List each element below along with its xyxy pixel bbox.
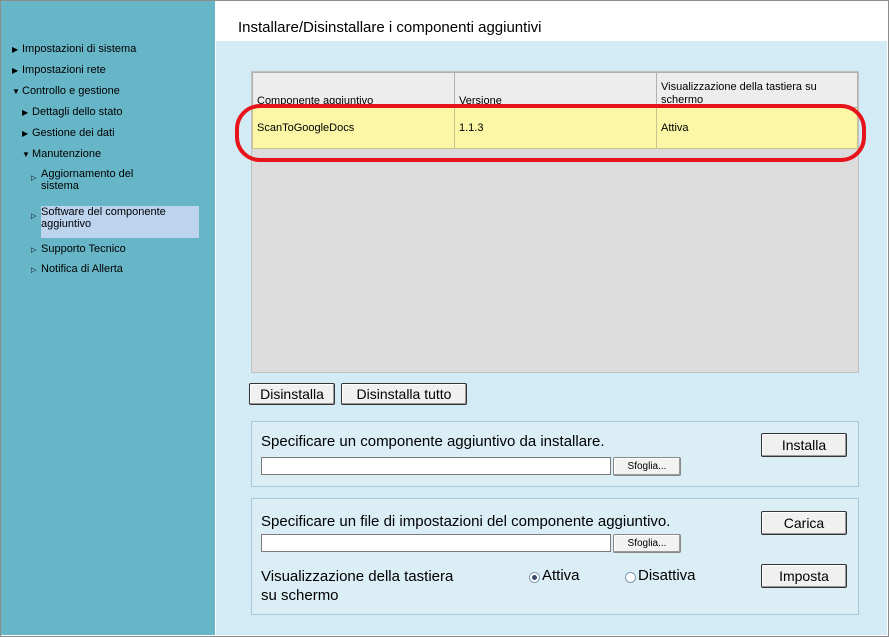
sidebar-item-notifica-allerta[interactable]: ▷ Notifica di Allerta: [31, 263, 123, 277]
install-label: Specificare un componente aggiuntivo da …: [261, 433, 605, 450]
sidebar-item-label: Supporto Tecnico: [41, 243, 126, 255]
sidebar-item-label: aggiuntivo: [41, 218, 92, 230]
sidebar-item-supporto-tecnico[interactable]: ▷ Supporto Tecnico: [31, 243, 126, 257]
radio-disattiva-label[interactable]: Disattiva: [638, 567, 696, 584]
radio-disattiva[interactable]: [625, 572, 636, 583]
caret-down-icon: ▼: [22, 150, 30, 159]
caret-right-outline-icon: ▷: [31, 267, 37, 274]
sidebar-item-software-componente[interactable]: ▷ Software del componente aggiuntivo: [31, 206, 199, 238]
column-header-componente: Componente aggiuntivo: [252, 72, 455, 108]
sidebar-item-label: Software del componente: [41, 206, 166, 218]
caret-right-outline-icon: ▷: [31, 175, 37, 182]
keyboard-label-line2: su schermo: [261, 587, 339, 604]
sidebar-item-label: Controllo e gestione: [22, 85, 120, 97]
sidebar-item-label: Impostazioni rete: [22, 64, 106, 76]
caret-down-icon: ▼: [12, 87, 20, 96]
load-button[interactable]: Carica: [761, 511, 847, 535]
browse-button[interactable]: Sfoglia...: [613, 534, 681, 553]
table-header-row: Componente aggiuntivo Versione Visualizz…: [252, 72, 858, 108]
sidebar-item-label: sistema: [41, 180, 79, 192]
addon-file-input[interactable]: [261, 457, 611, 475]
column-header-tastiera: Visualizzazione della tastiera su scherm…: [656, 72, 858, 108]
caret-right-icon: ▶: [12, 45, 19, 54]
radio-attiva[interactable]: [529, 572, 540, 583]
sidebar-item-controllo-gestione[interactable]: ▼ Controllo e gestione: [12, 85, 120, 98]
settings-label: Specificare un file di impostazioni del …: [261, 513, 671, 530]
set-button[interactable]: Imposta: [761, 564, 847, 588]
sidebar-item-label: Notifica di Allerta: [41, 263, 123, 275]
caret-right-outline-icon: ▷: [31, 247, 37, 254]
uninstall-all-button[interactable]: Disinstalla tutto: [341, 383, 467, 405]
sidebar-item-impostazioni-sistema[interactable]: ▶ Impostazioni di sistema: [12, 43, 136, 56]
settings-section: Specificare un file di impostazioni del …: [251, 498, 859, 615]
page-title: Installare/Disinstallare i componenti ag…: [238, 19, 542, 36]
keyboard-label: Visualizzazione della tastiera: [261, 568, 454, 585]
sidebar-item-manutenzione[interactable]: ▼ Manutenzione: [22, 148, 101, 161]
sidebar-item-label: Dettagli dello stato: [32, 106, 123, 118]
install-section: Specificare un componente aggiuntivo da …: [251, 421, 859, 487]
sidebar-item-aggiornamento-sistema[interactable]: ▷ Aggiornamento del sistema: [31, 168, 134, 192]
radio-attiva-label[interactable]: Attiva: [542, 567, 580, 584]
sidebar-item-gestione-dati[interactable]: ▶ Gestione dei dati: [22, 127, 115, 140]
caret-right-outline-icon: ▷: [31, 213, 37, 220]
sidebar-item-dettagli-stato[interactable]: ▶ Dettagli dello stato: [22, 106, 123, 119]
column-header-versione: Versione: [454, 72, 657, 108]
sidebar-item-impostazioni-rete[interactable]: ▶ Impostazioni rete: [12, 64, 106, 77]
install-button[interactable]: Installa: [761, 433, 847, 457]
caret-right-icon: ▶: [22, 129, 29, 138]
sidebar-item-label: Aggiornamento del: [41, 168, 134, 180]
uninstall-button[interactable]: Disinstalla: [249, 383, 335, 405]
browse-button[interactable]: Sfoglia...: [613, 457, 681, 476]
sidebar: ▶ Impostazioni di sistema ▶ Impostazioni r…: [1, 1, 215, 635]
sidebar-item-label: Gestione dei dati: [32, 127, 115, 139]
main-content: Installare/Disinstallare i componenti ag…: [216, 1, 887, 635]
caret-right-icon: ▶: [22, 108, 29, 117]
settings-file-input[interactable]: [261, 534, 611, 552]
sidebar-item-label: Impostazioni di sistema: [22, 43, 137, 55]
highlight-annotation: [235, 104, 866, 162]
sidebar-item-label: Manutenzione: [32, 148, 102, 160]
caret-right-icon: ▶: [12, 66, 19, 75]
title-bar: Installare/Disinstallare i componenti ag…: [216, 1, 887, 41]
